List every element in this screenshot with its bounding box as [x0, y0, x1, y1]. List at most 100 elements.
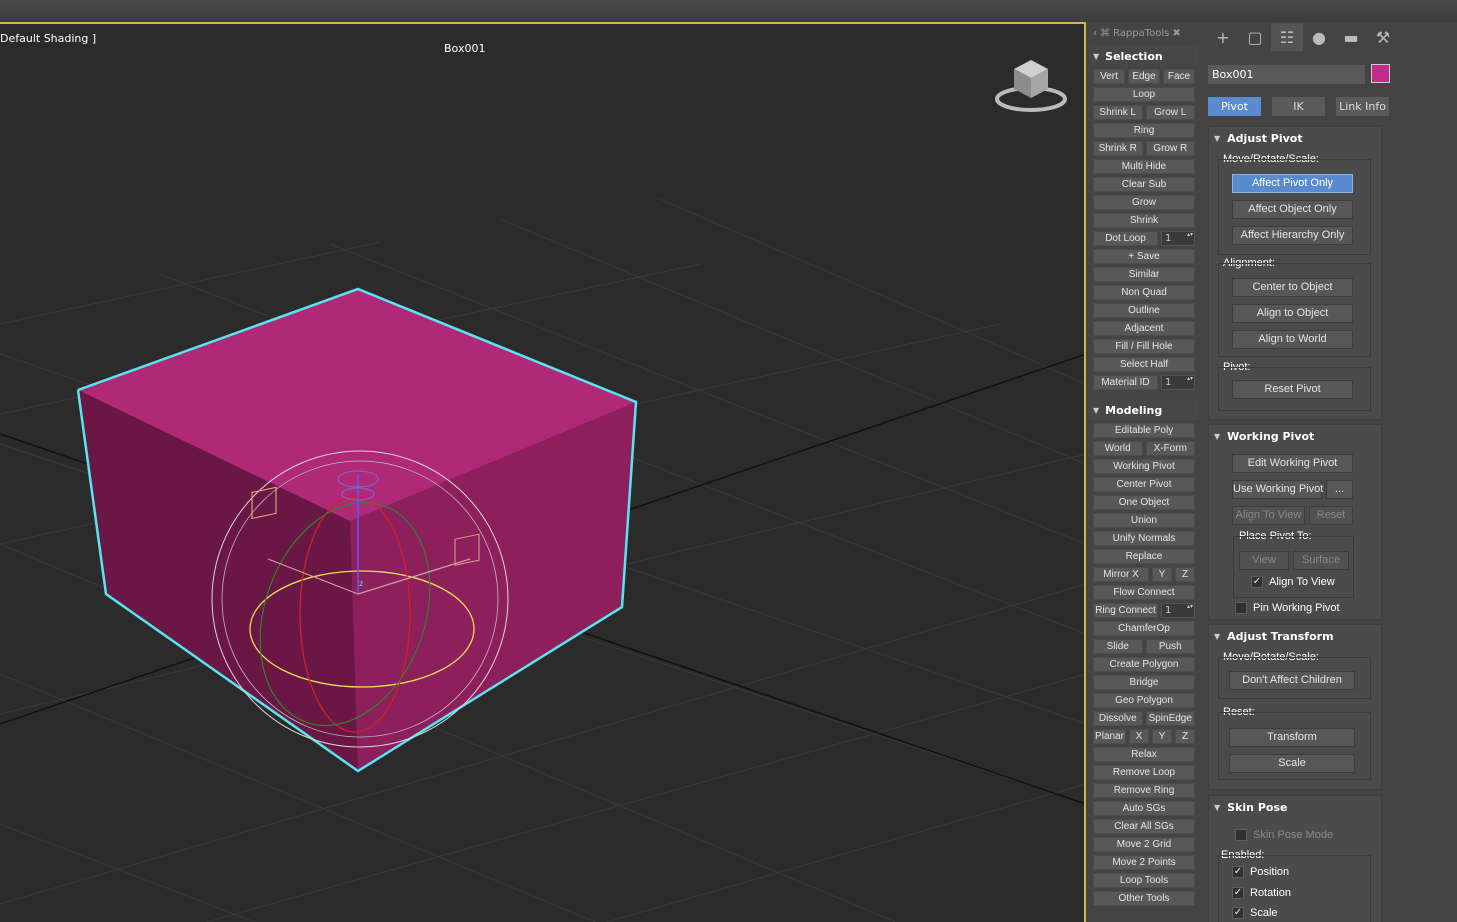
rappatools-arrows-icon[interactable]: ‹	[1093, 28, 1097, 39]
adjacent-button[interactable]: Adjacent	[1093, 321, 1195, 336]
skin-pose-header[interactable]: ▼ Skin Pose	[1209, 796, 1381, 818]
face-button[interactable]: Face	[1163, 69, 1195, 84]
hierarchy-icon[interactable]: ☷	[1271, 23, 1303, 51]
modeling-spinner[interactable]: 1	[1161, 603, 1195, 618]
dissolve-button[interactable]: Dissolve	[1093, 711, 1143, 726]
clear-sub-button[interactable]: Clear Sub	[1093, 177, 1195, 192]
z-button[interactable]: Z	[1175, 729, 1195, 744]
chamferop-button[interactable]: ChamferOp	[1093, 621, 1195, 636]
spinedge-button[interactable]: SpinEdge	[1145, 711, 1195, 726]
one-object-button[interactable]: One Object	[1093, 495, 1195, 510]
remove-loop-button[interactable]: Remove Loop	[1093, 765, 1195, 780]
adjust-transform-header[interactable]: ▼ Adjust Transform	[1209, 625, 1381, 647]
mirror-x-button[interactable]: Mirror X	[1093, 567, 1149, 582]
y-button[interactable]: Y	[1152, 729, 1172, 744]
rotation-checkbox[interactable]: ✓ Rotation	[1232, 887, 1291, 899]
auto-sgs-button[interactable]: Auto SGs	[1093, 801, 1195, 816]
working-pivot-button[interactable]: Working Pivot	[1093, 459, 1195, 474]
selection-spinner[interactable]: 1	[1161, 231, 1195, 246]
align-to-object-button[interactable]: Align to Object	[1232, 304, 1353, 323]
loop-tools-button[interactable]: Loop Tools	[1093, 873, 1195, 888]
vert-button[interactable]: Vert	[1093, 69, 1125, 84]
viewcube-icon[interactable]	[994, 54, 1068, 116]
place-pivot-view-button[interactable]: View	[1239, 551, 1289, 570]
adjust-pivot-header[interactable]: ▼ Adjust Pivot	[1209, 127, 1381, 149]
shrink-r-button[interactable]: Shrink R	[1093, 141, 1143, 156]
z-button[interactable]: Z	[1175, 567, 1195, 582]
fill-fill-hole-button[interactable]: Fill / Fill Hole	[1093, 339, 1195, 354]
utilities-icon[interactable]: ⚒	[1367, 23, 1399, 51]
other-tools-button[interactable]: Other Tools	[1093, 891, 1195, 906]
selection-spinner[interactable]: 1	[1161, 375, 1195, 390]
skin-pose-mode-checkbox[interactable]: Skin Pose Mode	[1235, 829, 1333, 841]
grow-button[interactable]: Grow	[1093, 195, 1195, 210]
non-quad-button[interactable]: Non Quad	[1093, 285, 1195, 300]
shrink-button[interactable]: Shrink	[1093, 213, 1195, 228]
remove-ring-button[interactable]: Remove Ring	[1093, 783, 1195, 798]
slide-button[interactable]: Slide	[1093, 639, 1143, 654]
position-checkbox[interactable]: ✓ Position	[1232, 866, 1289, 878]
grow-l-button[interactable]: Grow L	[1145, 105, 1195, 120]
loop-button[interactable]: Loop	[1093, 87, 1195, 102]
outline-button[interactable]: Outline	[1093, 303, 1195, 318]
clear-all-sgs-button[interactable]: Clear All SGs	[1093, 819, 1195, 834]
dot-loop-button[interactable]: Dot Loop	[1093, 231, 1158, 246]
working-pivot-options-button[interactable]: ...	[1326, 480, 1353, 499]
selection-section-header[interactable]: ▼ Selection	[1089, 46, 1199, 66]
motion-icon[interactable]: ●	[1303, 23, 1335, 51]
ring-connect-button[interactable]: Ring Connect	[1093, 603, 1158, 618]
align-to-view-checkbox[interactable]: ✓ Align To View	[1251, 576, 1335, 588]
perspective-viewport[interactable]: z Default Shading ] Box001	[0, 22, 1086, 922]
align-to-view-button[interactable]: Align To View	[1232, 506, 1305, 525]
reset-transform-button[interactable]: Transform	[1229, 728, 1355, 747]
affect-object-only-button[interactable]: Affect Object Only	[1232, 200, 1353, 219]
tab-link-info[interactable]: Link Info	[1336, 97, 1389, 116]
affect-pivot-only-button[interactable]: Affect Pivot Only	[1232, 174, 1353, 193]
modeling-section-header[interactable]: ▼ Modeling	[1089, 400, 1199, 420]
reset-scale-button[interactable]: Scale	[1229, 754, 1355, 773]
move-2-points-button[interactable]: Move 2 Points	[1093, 855, 1195, 870]
rappatools-close-icon[interactable]: ✖	[1172, 28, 1180, 39]
material-id-button[interactable]: Material ID	[1093, 375, 1158, 390]
dont-affect-children-button[interactable]: Don't Affect Children	[1229, 671, 1355, 690]
flow-connect-button[interactable]: Flow Connect	[1093, 585, 1195, 600]
display-icon[interactable]: ▬	[1335, 23, 1367, 51]
x-form-button[interactable]: X-Form	[1145, 441, 1195, 456]
bridge-button[interactable]: Bridge	[1093, 675, 1195, 690]
reset-working-pivot-button[interactable]: Reset	[1309, 506, 1353, 525]
center-pivot-button[interactable]: Center Pivot	[1093, 477, 1195, 492]
working-pivot-header[interactable]: ▼ Working Pivot	[1209, 425, 1381, 447]
push-button[interactable]: Push	[1145, 639, 1195, 654]
save-button[interactable]: + Save	[1093, 249, 1195, 264]
world-button[interactable]: World	[1093, 441, 1143, 456]
pin-working-pivot-checkbox[interactable]: Pin Working Pivot	[1235, 602, 1340, 614]
center-to-object-button[interactable]: Center to Object	[1232, 278, 1353, 297]
object-color-swatch[interactable]	[1371, 64, 1390, 83]
ring-button[interactable]: Ring	[1093, 123, 1195, 138]
scale-checkbox[interactable]: ✓ Scale	[1232, 907, 1278, 919]
create-icon[interactable]: +	[1207, 23, 1239, 51]
reset-pivot-button[interactable]: Reset Pivot	[1232, 380, 1353, 399]
geo-polygon-button[interactable]: Geo Polygon	[1093, 693, 1195, 708]
x-button[interactable]: X	[1129, 729, 1149, 744]
multi-hide-button[interactable]: Multi Hide	[1093, 159, 1195, 174]
y-button[interactable]: Y	[1152, 567, 1172, 582]
tab-pivot[interactable]: Pivot	[1208, 97, 1261, 116]
grow-r-button[interactable]: Grow R	[1145, 141, 1195, 156]
place-pivot-surface-button[interactable]: Surface	[1293, 551, 1349, 570]
object-name-field[interactable]: Box001	[1208, 65, 1365, 84]
modify-icon[interactable]: ▢	[1239, 23, 1271, 51]
shrink-l-button[interactable]: Shrink L	[1093, 105, 1143, 120]
relax-button[interactable]: Relax	[1093, 747, 1195, 762]
replace-button[interactable]: Replace	[1093, 549, 1195, 564]
affect-hierarchy-only-button[interactable]: Affect Hierarchy Only	[1232, 226, 1353, 245]
align-to-world-button[interactable]: Align to World	[1232, 330, 1353, 349]
select-half-button[interactable]: Select Half	[1093, 357, 1195, 372]
unify-normals-button[interactable]: Unify Normals	[1093, 531, 1195, 546]
tab-ik[interactable]: IK	[1272, 97, 1325, 116]
create-polygon-button[interactable]: Create Polygon	[1093, 657, 1195, 672]
similar-button[interactable]: Similar	[1093, 267, 1195, 282]
viewport-shading-label[interactable]: Default Shading ]	[0, 32, 96, 45]
edit-working-pivot-button[interactable]: Edit Working Pivot	[1232, 454, 1353, 473]
planar-button[interactable]: Planar	[1093, 729, 1126, 744]
